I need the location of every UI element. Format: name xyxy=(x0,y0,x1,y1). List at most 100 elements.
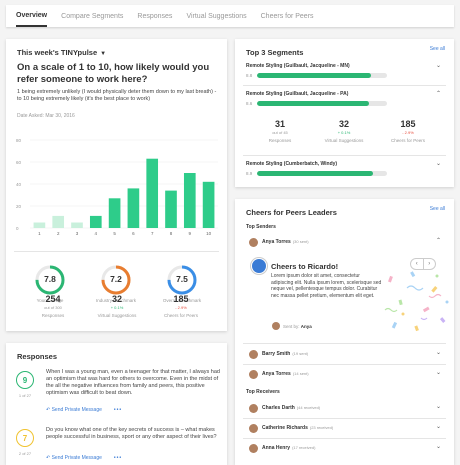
person-count: (44 received) xyxy=(296,405,321,410)
stat-value: 32 xyxy=(111,294,122,304)
response-position: 2 of 27 xyxy=(18,451,32,456)
segment-bar-fill xyxy=(257,171,373,176)
send-private-message-link[interactable]: ↶ Send Private Message xyxy=(46,455,102,461)
chevron-up-icon[interactable]: ⌃ xyxy=(436,237,441,244)
response-actions: ↶ Send Private Message ••• xyxy=(46,455,122,461)
receiver-row[interactable]: Anna Henry (17 received) ⌄ xyxy=(235,441,454,457)
x-tick-label: 5 xyxy=(113,231,116,236)
chevron-down-icon[interactable]: ⌄ xyxy=(436,423,441,430)
bar xyxy=(183,173,196,228)
bar xyxy=(108,198,121,228)
stat-cheers-for-peers: 185 - 2.9% Cheers for Peers xyxy=(146,294,216,318)
tab-responses[interactable]: Responses xyxy=(137,7,172,26)
divider xyxy=(243,343,446,344)
receiver-row[interactable]: Catherine Richards (23 received) ⌄ xyxy=(235,421,454,437)
stat-delta: - 2.9% xyxy=(402,130,414,135)
stat-caption: Responses xyxy=(268,138,292,143)
stat-caption: Cheers for Peers xyxy=(163,313,198,318)
person-name: Charles Darth xyxy=(262,405,295,411)
sender-row[interactable]: Barry Smith (19 sent) ⌄ xyxy=(235,347,454,363)
person-name-wrap: Barry Smith (19 sent) xyxy=(262,351,308,357)
person-count: (30 sent) xyxy=(292,239,309,244)
confetti-decoration xyxy=(384,271,449,332)
person-name-wrap: Charles Darth (44 received) xyxy=(262,405,320,411)
tab-compare-segments[interactable]: Compare Segments xyxy=(61,7,123,26)
sender-row[interactable]: Anya Torres (14 sent) ⌄ xyxy=(235,367,454,383)
person-name-wrap: Anya Torres (14 sent) xyxy=(262,371,309,377)
stat-delta: + 0.1% xyxy=(110,305,124,310)
stat-caption: Responses xyxy=(41,313,65,318)
pulse-header: This week's TINYpulse xyxy=(17,48,98,57)
cheer-body: Lorem ipsum dolor sit amet, consectetur … xyxy=(271,273,382,299)
divider xyxy=(243,438,446,439)
more-options-icon[interactable]: ••• xyxy=(114,407,122,413)
response-text: Do you know what one of the key secrets … xyxy=(46,427,217,440)
segment-score: 8.9 xyxy=(246,171,253,176)
stat-caption: Cheers for Peers xyxy=(390,138,425,143)
top-receivers-label: Top Receivers xyxy=(246,389,280,395)
chevron-down-icon[interactable]: ⌄ xyxy=(436,160,441,167)
person-name: Anna Henry xyxy=(262,445,291,451)
avatar xyxy=(249,350,258,359)
segment-bar xyxy=(257,73,387,78)
x-tick-label: 7 xyxy=(151,231,154,236)
bar xyxy=(52,215,65,228)
segment-score: 8.6 xyxy=(246,101,253,106)
pulse-card: This week's TINYpulse ▼ On a scale of 1 t… xyxy=(6,39,227,331)
y-tick-label: 60 xyxy=(16,160,22,165)
tab-virtual-suggestions[interactable]: Virtual Suggestions xyxy=(186,7,246,26)
pulse-selector[interactable]: This week's TINYpulse ▼ xyxy=(17,48,106,57)
person-name: Barry Smith xyxy=(262,351,291,357)
stat-value: 254 xyxy=(45,294,61,304)
send-private-message-link[interactable]: ↶ Send Private Message xyxy=(46,407,102,413)
chevron-down-icon[interactable]: ⌄ xyxy=(436,62,441,69)
stat-responses: 254 out of 300 Responses xyxy=(18,294,88,318)
date-asked: Date Asked: Mar 30, 2016 xyxy=(17,113,75,119)
stat-value: 31 xyxy=(274,119,285,129)
person-name: Catherine Richards xyxy=(262,425,308,431)
y-tick-label: 0 xyxy=(16,226,19,231)
x-tick-label: 1 xyxy=(38,231,41,236)
stat-delta: + 0.1% xyxy=(337,130,351,135)
tab-cheers-for-peers[interactable]: Cheers for Peers xyxy=(261,7,314,26)
stat-delta: - 2.9% xyxy=(175,305,187,310)
stat-value: 185 xyxy=(173,294,189,304)
stat-virtual-suggestions: 32 + 0.1% Virtual Suggestions xyxy=(82,294,152,318)
chevron-down-icon[interactable]: ⌄ xyxy=(436,349,441,356)
person-count: (14 sent) xyxy=(292,371,309,376)
x-tick-label: 4 xyxy=(95,231,98,236)
segment-row[interactable]: Remote Styling (Cumberbatch, Windy) ⌄ 8.… xyxy=(235,161,454,185)
segment-row[interactable]: Remote Styling (Guilbault, Jacqueline - … xyxy=(235,63,454,87)
recipient-avatar xyxy=(251,258,267,274)
x-tick-label: 2 xyxy=(57,231,60,236)
receiver-row[interactable]: Charles Darth (44 received) ⌄ xyxy=(235,401,454,417)
person-name: Anya Torres xyxy=(262,239,291,245)
segment-score: 8.8 xyxy=(246,73,253,78)
avatar xyxy=(249,444,258,453)
person-name: Anya Torres xyxy=(262,371,291,377)
x-tick-label: 9 xyxy=(189,231,192,236)
more-options-icon[interactable]: ••• xyxy=(114,455,122,461)
chevron-up-icon[interactable]: ⌃ xyxy=(436,90,441,97)
segment-bar xyxy=(257,101,387,106)
bar xyxy=(202,181,215,228)
pulse-scale-text: 1 being extremely unlikely (I would phys… xyxy=(17,89,217,102)
chevron-down-icon[interactable]: ⌄ xyxy=(436,369,441,376)
segments-see-all-link[interactable]: See all xyxy=(430,46,445,52)
tab-overview[interactable]: Overview xyxy=(16,6,48,27)
score-badge: 7 xyxy=(16,429,34,447)
avatar xyxy=(249,238,258,247)
chevron-down-icon[interactable]: ⌄ xyxy=(436,403,441,410)
chevron-down-icon[interactable]: ⌄ xyxy=(436,443,441,450)
response-text: When I was a young man, even a teenager … xyxy=(46,369,220,396)
stat-sub: out of 300 xyxy=(44,305,62,310)
cheer-message: Cheers to Ricardo! Lorem ipsum dolor sit… xyxy=(246,252,452,338)
cheers-see-all-link[interactable]: See all xyxy=(430,206,445,212)
response-distribution-chart: 80 60 40 20 0 1 2 3 4 5 6 7 8 9 10 xyxy=(16,138,218,236)
sender-row[interactable]: Anya Torres (30 sent) ⌃ xyxy=(235,235,454,251)
segment-bar-fill xyxy=(257,73,372,78)
segment-name: Remote Styling (Cumberbatch, Windy) xyxy=(246,161,338,167)
gauge-value: 7.2 xyxy=(110,274,122,284)
divider xyxy=(243,418,446,419)
responses-title: Responses xyxy=(17,352,58,361)
